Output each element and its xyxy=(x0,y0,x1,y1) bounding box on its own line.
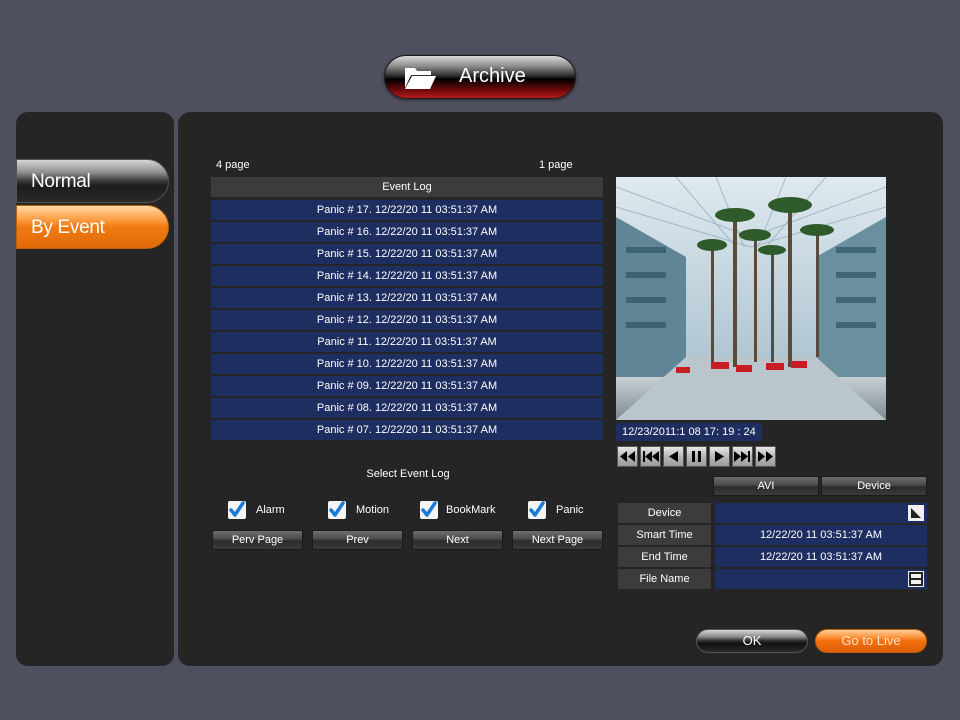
skip-start-button[interactable] xyxy=(640,446,661,467)
checkmark-icon xyxy=(529,501,545,517)
sidebar-item-normal[interactable]: Normal xyxy=(16,159,169,203)
event-log-row[interactable]: Panic # 10. 12/22/20 11 03:51:37 AM xyxy=(211,354,603,374)
bookmark-checkbox[interactable] xyxy=(420,501,438,519)
ok-button[interactable]: OK xyxy=(696,629,808,653)
prev-page-button[interactable]: Perv Page xyxy=(212,530,303,550)
checkmark-icon xyxy=(329,501,345,517)
archive-title-bar: Archive xyxy=(384,55,576,99)
next-button[interactable]: Next xyxy=(412,530,503,550)
event-log-row[interactable]: Panic # 16. 12/22/20 11 03:51:37 AM xyxy=(211,222,603,242)
fast-rewind-icon xyxy=(620,451,635,462)
skip-end-button[interactable] xyxy=(732,446,753,467)
checkmark-icon xyxy=(229,501,245,517)
event-log-row[interactable]: Panic # 08. 12/22/20 11 03:51:37 AM xyxy=(211,398,603,418)
motion-label: Motion xyxy=(356,504,390,516)
panic-checkbox[interactable] xyxy=(528,501,546,519)
sidebar-item-by-event[interactable]: By Event xyxy=(16,205,169,249)
motion-checkbox[interactable] xyxy=(328,501,346,519)
device-tab-button[interactable]: Device xyxy=(821,476,927,496)
skip-start-icon xyxy=(643,451,659,462)
file-name-label: File Name xyxy=(618,569,711,589)
keyboard-icon xyxy=(909,572,923,586)
event-log-row[interactable]: Panic # 13. 12/22/20 11 03:51:37 AM xyxy=(211,288,603,308)
start-time-label: Smart Time xyxy=(618,525,711,545)
event-log-row[interactable]: Panic # 09. 12/22/20 11 03:51:37 AM xyxy=(211,376,603,396)
start-time-field[interactable]: 12/22/20 11 03:51:37 AM xyxy=(715,525,927,545)
event-log-row[interactable]: Panic # 14. 12/22/20 11 03:51:37 AM xyxy=(211,266,603,286)
play-icon xyxy=(715,451,724,462)
next-page-button[interactable]: Next Page xyxy=(512,530,603,550)
device-label: Device xyxy=(618,503,711,523)
select-event-log-label: Select Event Log xyxy=(366,468,450,480)
step-back-icon xyxy=(669,451,678,462)
folder-open-icon xyxy=(405,68,436,89)
avi-button[interactable]: AVI xyxy=(713,476,819,496)
event-log-row[interactable]: Panic # 15. 12/22/20 11 03:51:37 AM xyxy=(211,244,603,264)
fast-forward-icon xyxy=(758,451,773,462)
checkmark-icon xyxy=(421,501,437,517)
preview-image xyxy=(616,177,886,420)
total-pages-label: 4 page xyxy=(216,159,250,171)
panic-label: Panic xyxy=(556,504,584,516)
event-log-row[interactable]: Panic # 11. 12/22/20 11 03:51:37 AM xyxy=(211,332,603,352)
page-title: Archive xyxy=(459,65,526,87)
event-log-row[interactable]: Panic # 07. 12/22/20 11 03:51:37 AM xyxy=(211,420,603,440)
alarm-label: Alarm xyxy=(256,504,285,516)
event-log-row[interactable]: Panic # 17. 12/22/20 11 03:51:37 AM xyxy=(211,200,603,220)
playback-timestamp: 12/23/2011:1 08 17: 19 : 24 xyxy=(616,423,762,441)
end-time-field[interactable]: 12/22/20 11 03:51:37 AM xyxy=(715,547,927,567)
go-to-live-button[interactable]: Go to Live xyxy=(815,629,927,653)
fast-rewind-button[interactable] xyxy=(617,446,638,467)
prev-button[interactable]: Prev xyxy=(312,530,403,550)
end-time-label: End Time xyxy=(618,547,711,567)
video-preview xyxy=(616,177,886,420)
step-back-button[interactable] xyxy=(663,446,684,467)
pause-button[interactable] xyxy=(686,446,707,467)
bookmark-label: BookMark xyxy=(446,504,496,516)
device-field[interactable] xyxy=(715,503,927,523)
event-log-row[interactable]: Panic # 12. 12/22/20 11 03:51:37 AM xyxy=(211,310,603,330)
keyboard-button[interactable] xyxy=(908,571,924,587)
alarm-checkbox[interactable] xyxy=(228,501,246,519)
fast-forward-button[interactable] xyxy=(755,446,776,467)
play-button[interactable] xyxy=(709,446,730,467)
pause-icon xyxy=(692,451,701,462)
corner-arrow-icon xyxy=(911,508,921,518)
device-select-icon[interactable] xyxy=(908,505,924,521)
current-page-label: 1 page xyxy=(539,159,573,171)
skip-end-icon xyxy=(734,451,750,462)
file-name-field[interactable] xyxy=(715,569,927,589)
event-log-header: Event Log xyxy=(211,177,603,197)
